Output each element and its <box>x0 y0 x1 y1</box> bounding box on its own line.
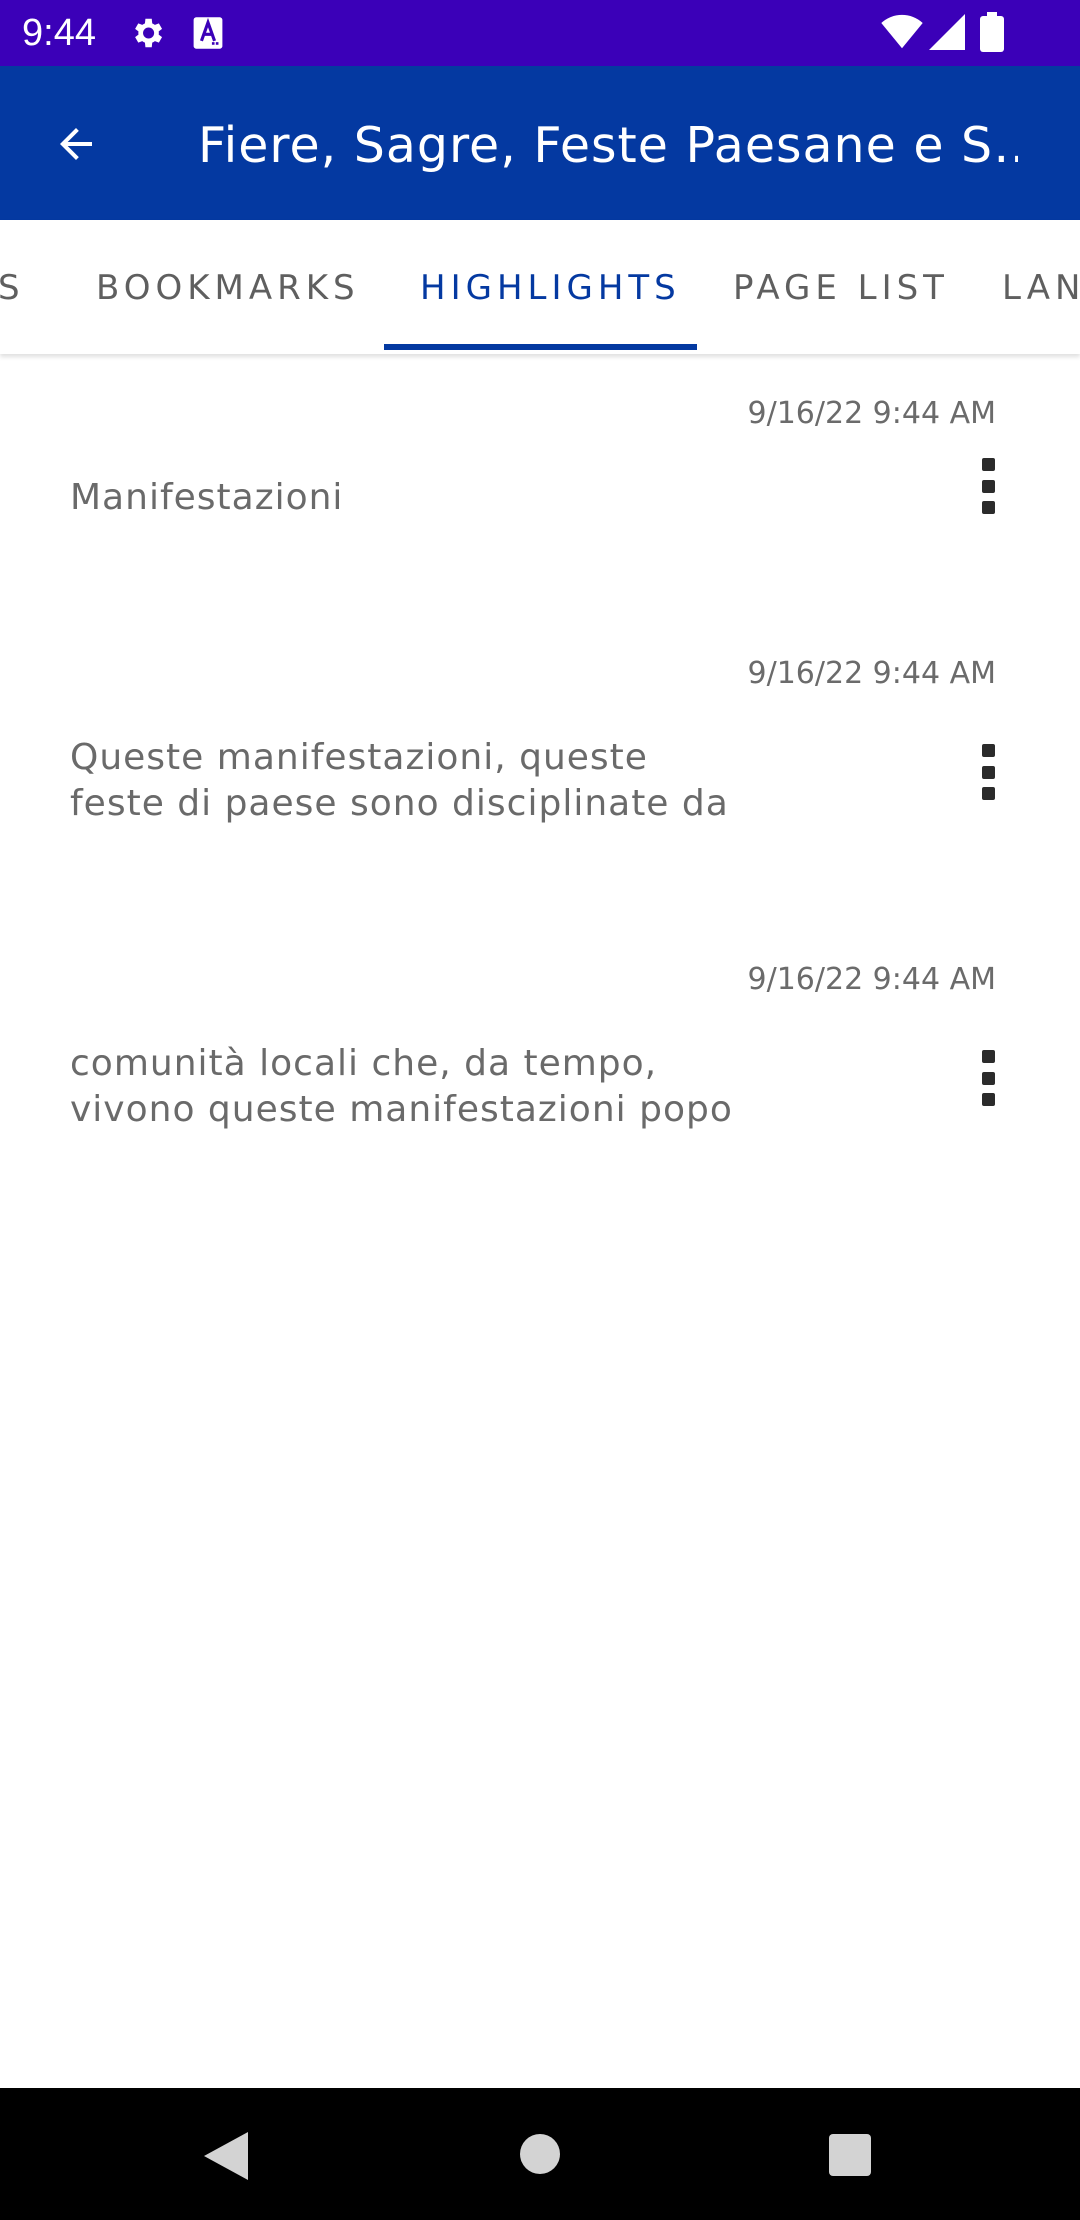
highlight-text-line: feste di paese sono disciplinate da … <box>70 783 730 824</box>
active-tab-indicator <box>384 344 697 350</box>
status-time: 9:44 <box>22 12 96 54</box>
highlight-date: 9/16/22 9:44 AM <box>747 962 997 997</box>
tab-page-list[interactable]: PAGE LIST <box>733 268 949 308</box>
highlight-text: Manifestazioni <box>70 475 730 521</box>
nav-back-icon[interactable] <box>204 2132 248 2180</box>
gear-icon <box>135 18 163 48</box>
nav-recents-icon[interactable] <box>829 2134 871 2176</box>
navigation-bar <box>0 2088 1080 2220</box>
text-a-icon <box>193 17 223 49</box>
arrow-left-icon <box>60 128 92 160</box>
app-bar: Fiere, Sagre, Feste Paesane e S… <box>0 66 1080 220</box>
signal-icon <box>929 14 965 50</box>
wifi-icon <box>881 14 923 49</box>
nav-home-icon[interactable] <box>520 2134 560 2174</box>
tab-bookmarks[interactable]: BOOKMARKS <box>96 268 360 308</box>
tab-highlights[interactable]: HIGHLIGHTS <box>420 268 681 308</box>
highlight-text: comunità locali che, da tempo, vivono qu… <box>70 1041 730 1133</box>
highlight-text-line: Queste manifestazioni, queste <box>70 737 648 778</box>
tab-landmarks[interactable]: LAN <box>1002 268 1080 308</box>
highlight-item[interactable]: 9/16/22 9:44 AM Manifestazioni <box>0 354 1080 614</box>
status-bar: 9:44 <box>0 0 1080 66</box>
tab-bar: S BOOKMARKS HIGHLIGHTS PAGE LIST LAN <box>0 220 1080 354</box>
page-title: Fiere, Sagre, Feste Paesane e S… <box>198 117 1018 174</box>
tab-contents[interactable]: S <box>0 268 25 308</box>
battery-icon <box>980 12 1004 52</box>
more-vertical-icon[interactable] <box>966 454 1010 518</box>
highlight-date: 9/16/22 9:44 AM <box>747 656 997 691</box>
more-vertical-icon[interactable] <box>966 1046 1010 1110</box>
highlight-text-line: Manifestazioni <box>70 477 344 518</box>
back-button[interactable] <box>40 108 112 180</box>
highlight-item[interactable]: 9/16/22 9:44 AM Queste manifestazioni, q… <box>0 614 1080 920</box>
highlight-item[interactable]: 9/16/22 9:44 AM comunità locali che, da … <box>0 920 1080 1220</box>
more-vertical-icon[interactable] <box>966 740 1010 804</box>
highlight-text-line: vivono queste manifestazioni popol… <box>70 1089 730 1130</box>
highlight-text-line: comunità locali che, da tempo, <box>70 1043 658 1084</box>
highlight-date: 9/16/22 9:44 AM <box>747 396 997 431</box>
highlight-text: Queste manifestazioni, queste feste di p… <box>70 735 730 827</box>
